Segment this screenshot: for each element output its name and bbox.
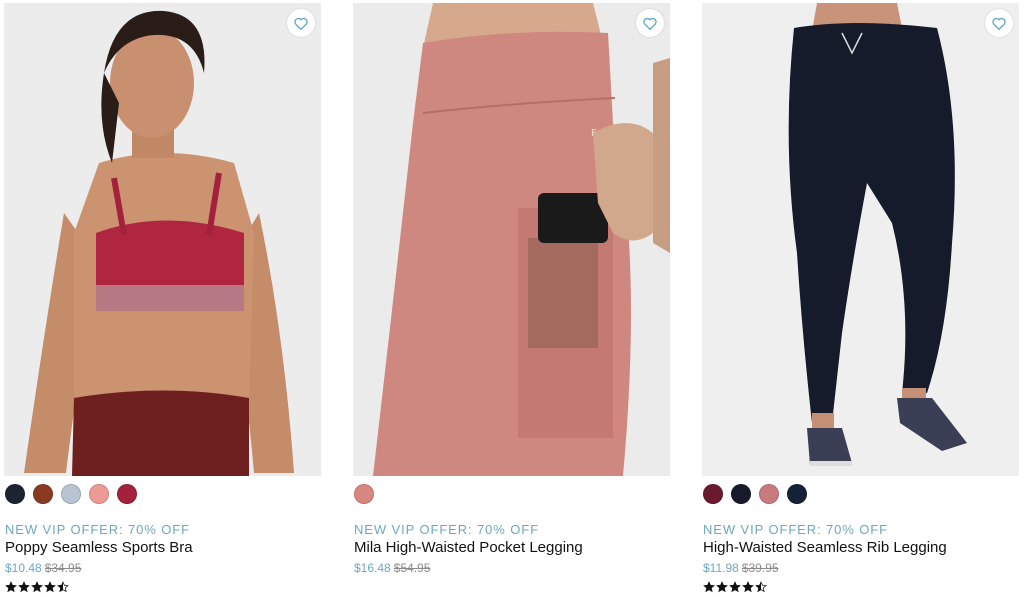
original-price: $39.95 [741, 561, 779, 575]
price: $16.48 $54.95 [354, 561, 430, 575]
color-swatch[interactable] [731, 484, 751, 504]
svg-text:F: F [591, 128, 597, 139]
heart-outline-icon [294, 17, 308, 30]
wishlist-heart-button[interactable] [287, 9, 315, 37]
product-photo [4, 3, 321, 476]
color-swatch[interactable] [5, 484, 25, 504]
product-image-rib-legging[interactable] [702, 3, 1019, 476]
color-swatch[interactable] [117, 484, 137, 504]
product-grid: NEW VIP OFFER: 70% OFF Poppy Seamless Sp… [0, 0, 1024, 599]
product-image-pocket-legging[interactable]: F [353, 3, 670, 476]
price: $11.98 $39.95 [703, 561, 779, 575]
color-swatches [354, 484, 374, 504]
sale-price: $11.98 [703, 561, 739, 575]
product-photo: F [353, 3, 670, 476]
price: $10.48 $34.95 [5, 561, 81, 575]
wishlist-heart-button[interactable] [985, 9, 1013, 37]
star-icon [742, 581, 754, 593]
star-icon [716, 581, 728, 593]
color-swatch[interactable] [89, 484, 109, 504]
heart-outline-icon [643, 17, 657, 30]
product-card: NEW VIP OFFER: 70% OFF High-Waisted Seam… [702, 0, 1023, 599]
color-swatch[interactable] [759, 484, 779, 504]
color-swatches [703, 484, 807, 504]
product-card: NEW VIP OFFER: 70% OFF Poppy Seamless Sp… [4, 0, 325, 599]
star-icon [703, 581, 715, 593]
star-icon [44, 581, 56, 593]
product-name[interactable]: Poppy Seamless Sports Bra [5, 539, 193, 556]
color-swatch[interactable] [33, 484, 53, 504]
color-swatch[interactable] [703, 484, 723, 504]
color-swatches [5, 484, 137, 504]
star-icon [57, 581, 69, 593]
star-icon [31, 581, 43, 593]
star-icon [18, 581, 30, 593]
product-image-sports-bra[interactable] [4, 3, 321, 476]
star-rating [703, 581, 767, 595]
star-rating [5, 581, 69, 595]
sale-price: $16.48 [354, 561, 391, 575]
original-price: $54.95 [393, 561, 431, 575]
wishlist-heart-button[interactable] [636, 9, 664, 37]
star-icon [5, 581, 17, 593]
product-name[interactable]: High-Waisted Seamless Rib Legging [703, 539, 947, 556]
product-card: F NEW VIP OFFER: 70% OFF Mila High-Waist… [353, 0, 674, 599]
product-name[interactable]: Mila High-Waisted Pocket Legging [354, 539, 583, 556]
sale-price: $10.48 [5, 561, 42, 575]
vip-offer-label: NEW VIP OFFER: 70% OFF [5, 522, 190, 537]
product-photo [702, 3, 1019, 476]
star-icon [729, 581, 741, 593]
heart-outline-icon [992, 17, 1006, 30]
color-swatch[interactable] [61, 484, 81, 504]
vip-offer-label: NEW VIP OFFER: 70% OFF [354, 522, 539, 537]
color-swatch[interactable] [354, 484, 374, 504]
original-price: $34.95 [44, 561, 82, 575]
vip-offer-label: NEW VIP OFFER: 70% OFF [703, 522, 888, 537]
star-icon [755, 581, 767, 593]
color-swatch[interactable] [787, 484, 807, 504]
